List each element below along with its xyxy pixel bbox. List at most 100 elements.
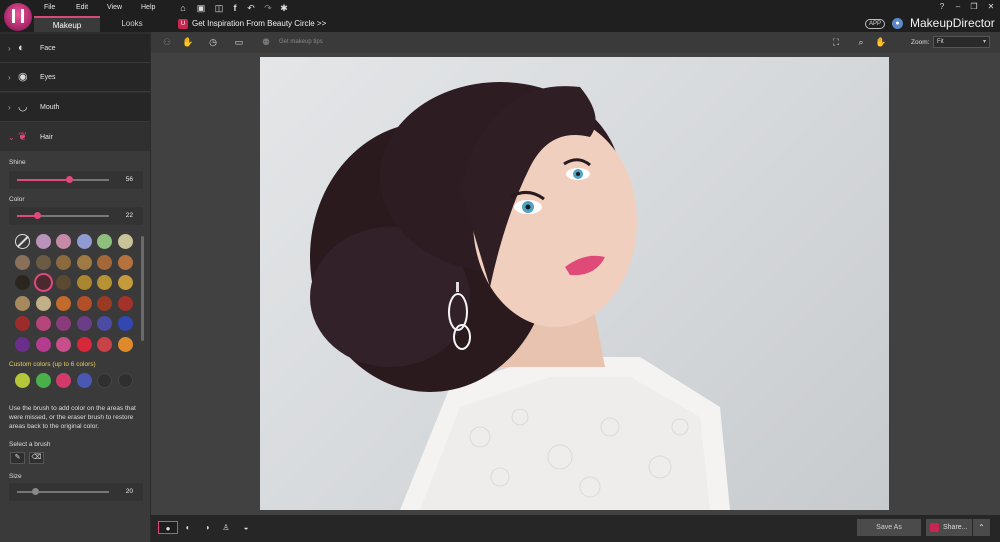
hair-color-swatch[interactable]: [56, 316, 71, 331]
hair-color-swatch[interactable]: [35, 295, 51, 311]
hair-color-swatch[interactable]: [35, 254, 51, 270]
hair-color-swatch[interactable]: [35, 316, 51, 331]
home-icon[interactable]: ⌂: [178, 3, 188, 13]
empty-custom-slot[interactable]: [117, 373, 133, 388]
swatch-scrollbar[interactable]: [141, 236, 144, 341]
size-track[interactable]: [17, 488, 109, 495]
compare-faces-icon[interactable]: ⚇: [161, 37, 173, 48]
category-hair[interactable]: ⌄ ❦ Hair: [0, 123, 150, 152]
inspiration-link[interactable]: Get Inspiration From Beauty Circle >>: [192, 19, 326, 28]
menu-file[interactable]: File: [44, 4, 55, 11]
menu-help[interactable]: Help: [141, 4, 155, 11]
single-view-icon[interactable]: ●: [158, 521, 178, 534]
hair-color-swatch[interactable]: [97, 234, 112, 249]
hair-color-swatch[interactable]: [97, 316, 112, 331]
share-button[interactable]: Share...: [926, 519, 972, 536]
hair-color-swatch[interactable]: [56, 234, 71, 249]
shine-track[interactable]: [17, 176, 109, 183]
hair-color-swatch[interactable]: [15, 254, 30, 270]
hair-color-swatch[interactable]: [56, 295, 71, 311]
compare-split-icon[interactable]: ◐: [181, 521, 195, 534]
custom-color-swatch[interactable]: [35, 373, 51, 388]
hair-color-swatch[interactable]: [35, 275, 51, 290]
share-icon[interactable]: ◫: [214, 3, 224, 13]
hair-color-swatch[interactable]: [56, 336, 71, 352]
custom-color-swatch[interactable]: [56, 373, 71, 388]
hair-color-swatch[interactable]: [76, 295, 92, 311]
menu-edit[interactable]: Edit: [76, 4, 88, 11]
hair-color-swatch[interactable]: [76, 254, 92, 270]
hair-color-swatch[interactable]: [56, 275, 71, 290]
color-handle[interactable]: [34, 212, 42, 219]
hair-color-swatch[interactable]: [97, 336, 112, 352]
hair-color-swatch[interactable]: [76, 275, 92, 290]
hair-color-swatch[interactable]: [117, 234, 133, 249]
zoom-icon[interactable]: ⌕: [855, 37, 867, 48]
hair-color-swatch[interactable]: [76, 336, 92, 352]
custom-colors-label: Custom colors (up to 6 colors): [9, 361, 96, 368]
size-slider[interactable]: 20: [9, 483, 143, 501]
color-track[interactable]: [17, 212, 109, 219]
close-button[interactable]: ✕: [985, 2, 997, 12]
maximize-button[interactable]: ❐: [968, 2, 980, 12]
zoom-label: Zoom:: [911, 39, 930, 46]
save-as-button[interactable]: Save As: [857, 519, 921, 536]
hair-color-swatch[interactable]: [15, 316, 30, 331]
shine-slider[interactable]: 56: [9, 171, 143, 189]
category-eyes[interactable]: › ◉ Eyes: [0, 63, 150, 92]
hair-color-swatch[interactable]: [76, 234, 92, 249]
undo-icon[interactable]: ↶: [246, 3, 256, 13]
compare-view-icon[interactable]: ▭: [233, 37, 245, 48]
hand-adjust-icon[interactable]: ✋: [182, 37, 194, 48]
account-icon[interactable]: ●: [892, 18, 903, 29]
minimize-button[interactable]: –: [952, 2, 964, 12]
hair-color-swatch[interactable]: [56, 254, 71, 270]
fullscreen-icon[interactable]: ⛶: [830, 37, 842, 48]
tab-makeup[interactable]: Makeup: [34, 16, 100, 32]
app-badge[interactable]: APP: [865, 19, 885, 29]
category-mouth[interactable]: › ◡ Mouth: [0, 93, 150, 122]
hair-color-swatch[interactable]: [35, 336, 51, 352]
hair-color-swatch[interactable]: [117, 316, 133, 331]
help-button[interactable]: ?: [936, 2, 948, 12]
color-slider[interactable]: 22: [9, 207, 143, 225]
hair-color-swatch[interactable]: [15, 295, 30, 311]
hair-color-swatch[interactable]: [117, 336, 133, 352]
hair-color-swatch[interactable]: [15, 336, 30, 352]
pan-hand-icon[interactable]: ✋: [875, 37, 887, 48]
hair-color-swatch[interactable]: [117, 254, 133, 270]
makeup-tips-icon[interactable]: ⚉: [260, 37, 272, 48]
hair-color-swatch[interactable]: [97, 254, 112, 270]
hair-color-swatch[interactable]: [97, 295, 112, 311]
hair-color-swatch[interactable]: [117, 275, 133, 290]
facebook-icon[interactable]: f: [230, 3, 240, 13]
save-icon[interactable]: ▣: [196, 3, 206, 13]
portrait-photo[interactable]: [260, 57, 889, 510]
hair-color-swatch[interactable]: [117, 295, 133, 311]
hair-color-swatch[interactable]: [15, 275, 30, 290]
hair-color-swatch[interactable]: [97, 275, 112, 290]
before-after-icon[interactable]: ◑: [200, 521, 214, 534]
custom-color-swatch[interactable]: [76, 373, 92, 388]
empty-custom-slot[interactable]: [97, 373, 112, 388]
layers-icon[interactable]: ◒: [239, 521, 253, 534]
menu-view[interactable]: View: [107, 4, 122, 11]
hair-color-swatch[interactable]: [35, 234, 51, 249]
chevron-up-icon[interactable]: ⌃: [973, 519, 990, 536]
settings-icon[interactable]: ✱: [279, 3, 289, 13]
tab-looks[interactable]: Looks: [100, 16, 164, 32]
brush-erase-icon[interactable]: ⌫: [29, 452, 44, 464]
size-handle[interactable]: [32, 488, 40, 495]
makeup-tips-link[interactable]: Get makeup tips: [279, 39, 323, 45]
shine-handle[interactable]: [65, 176, 73, 183]
no-color-swatch[interactable]: [15, 234, 30, 249]
category-face[interactable]: › ◐ Face: [0, 34, 150, 63]
person-view-icon[interactable]: ♙: [219, 521, 233, 534]
zoom-select[interactable]: Fit ▾: [933, 36, 990, 48]
zoom-value: Fit: [937, 39, 944, 45]
history-icon[interactable]: ◷: [207, 37, 219, 48]
custom-color-swatch[interactable]: [15, 373, 30, 388]
brush-add-icon[interactable]: ✎: [10, 452, 25, 464]
redo-icon[interactable]: ↷: [263, 3, 273, 13]
hair-color-swatch[interactable]: [76, 316, 92, 331]
